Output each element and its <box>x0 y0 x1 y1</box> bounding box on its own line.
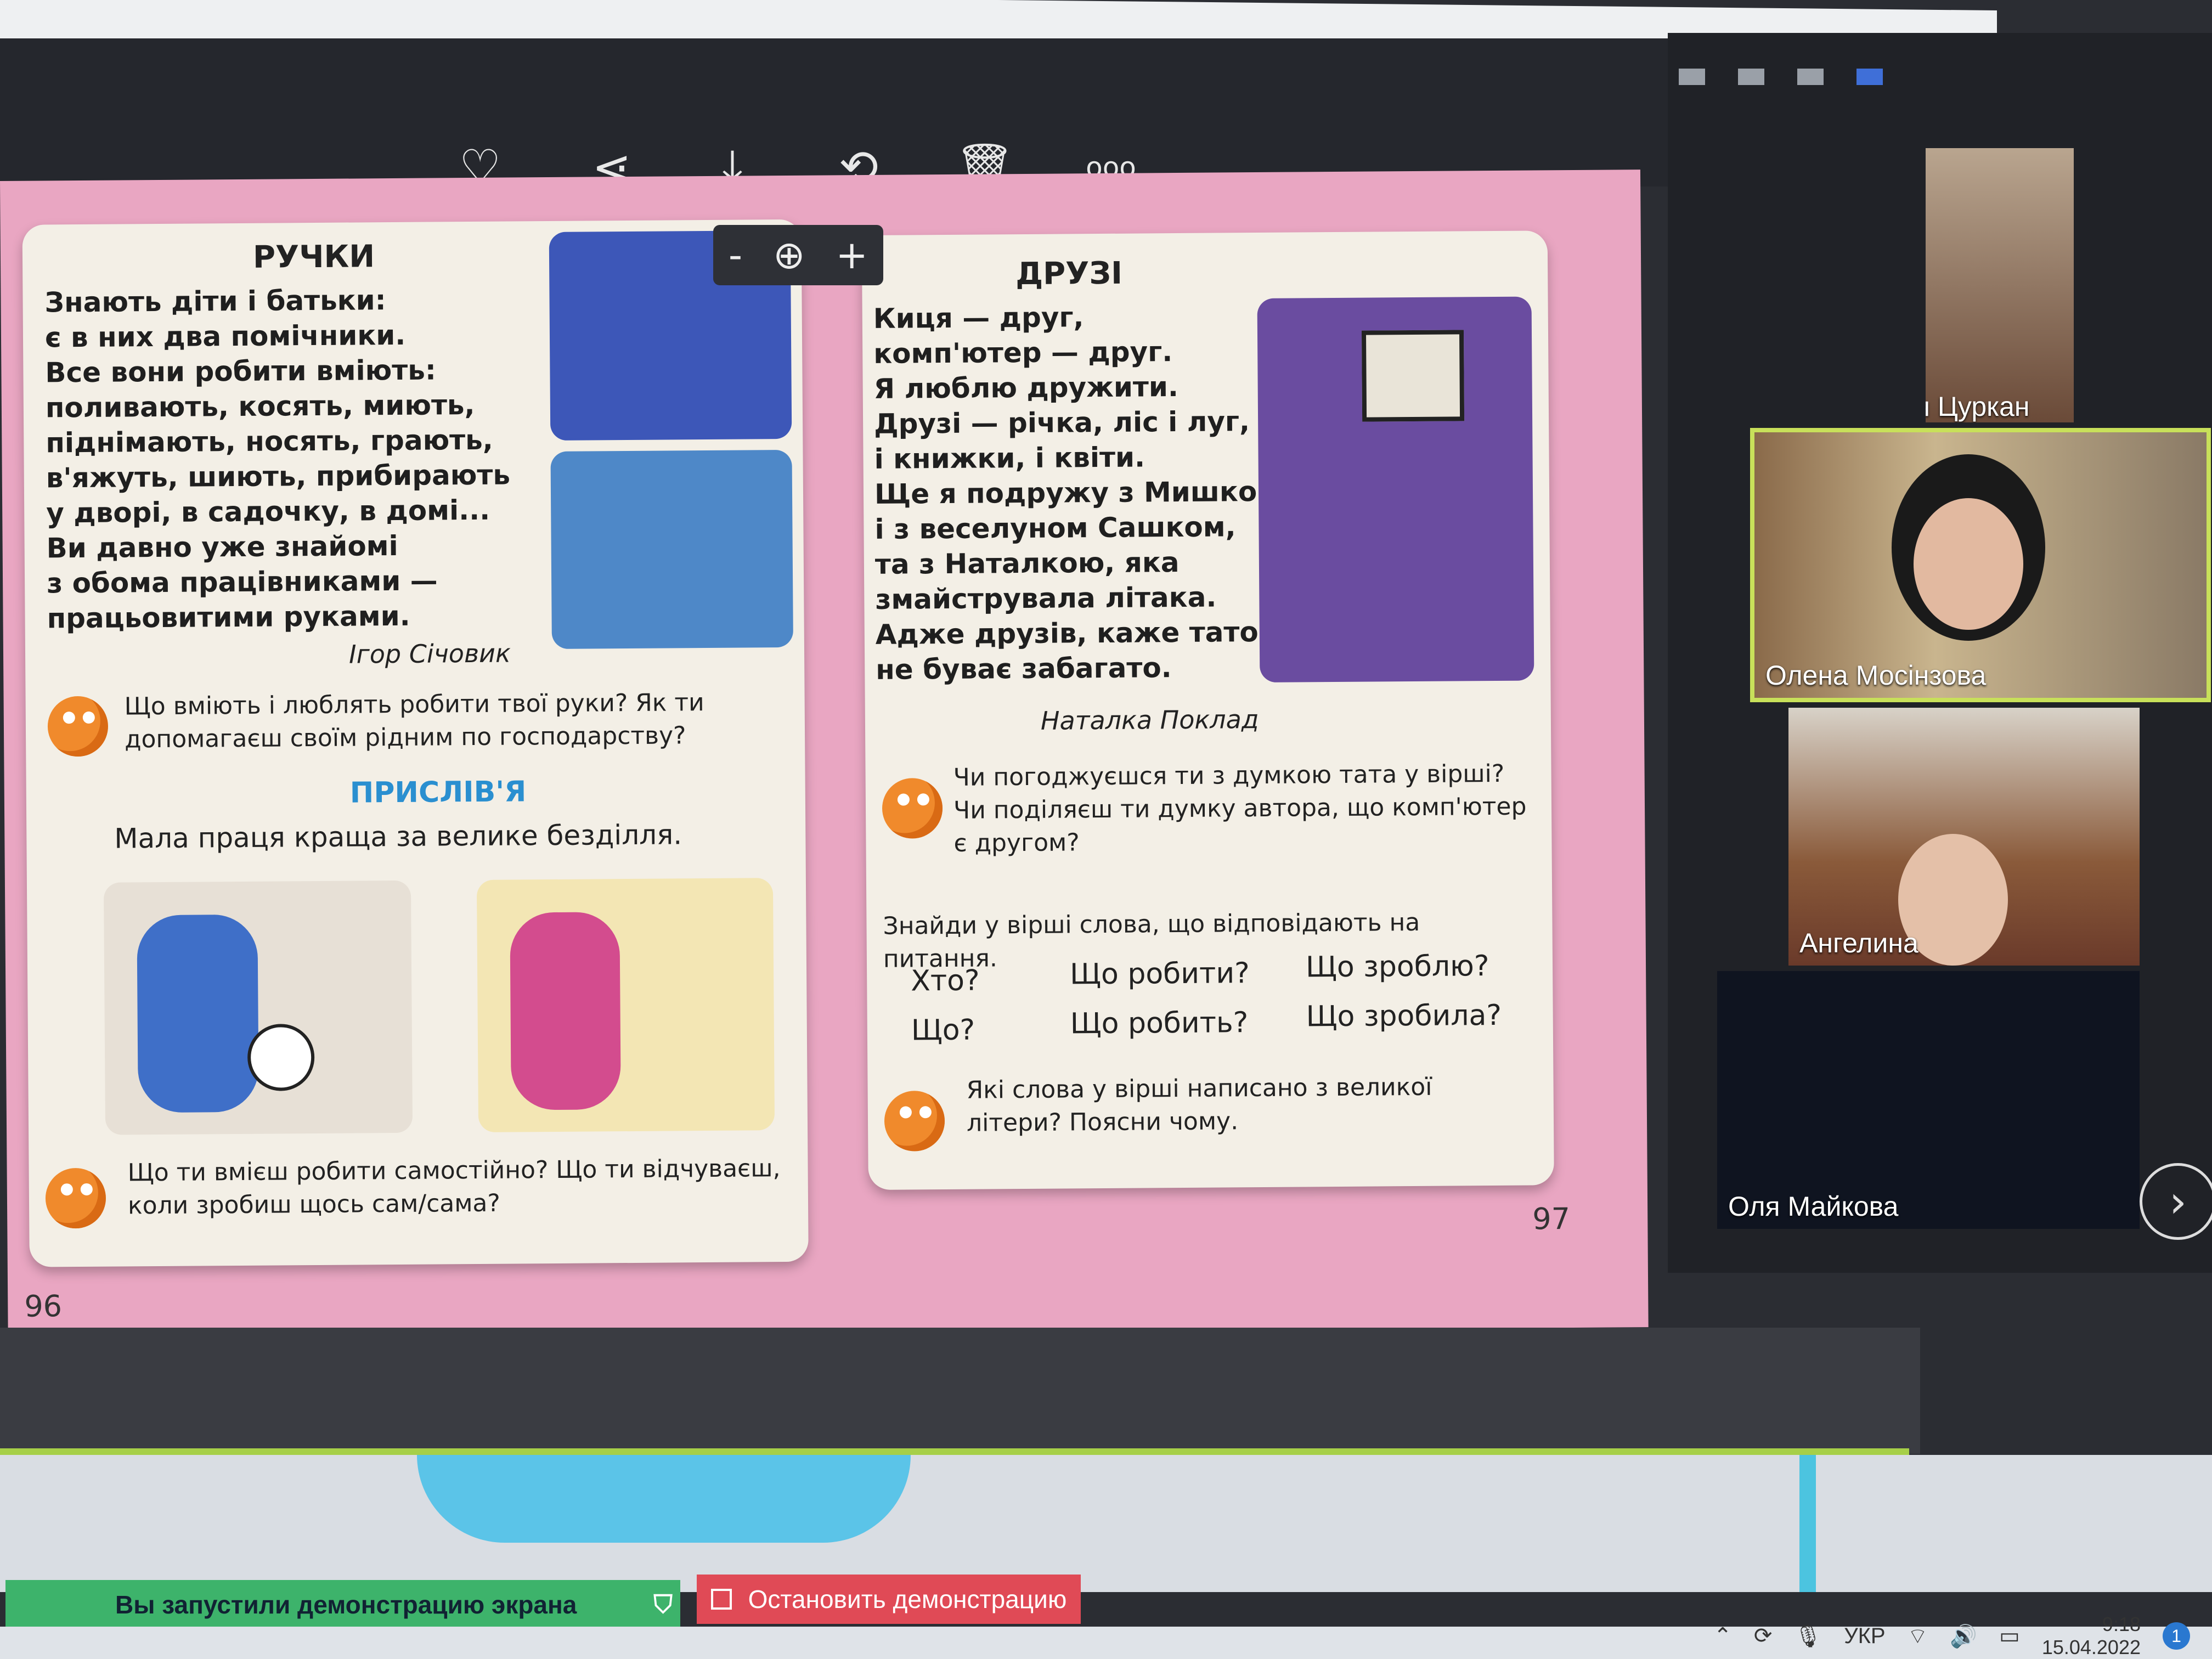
stop-icon <box>710 1589 732 1610</box>
poem-author: Ігор Січовик <box>348 638 511 669</box>
share-frame-border <box>0 1448 1909 1455</box>
ball-icon <box>247 1024 315 1091</box>
right-page: ДРУЗІ Киця — друг, комп'ютер — друг. Я л… <box>861 230 1554 1190</box>
picture-frame <box>1361 330 1465 422</box>
participant-tile[interactable]: Оля Майкова <box>1717 971 2140 1229</box>
zoom-icon: ⊕ <box>772 233 805 278</box>
language-indicator[interactable]: УКР <box>1844 1624 1885 1649</box>
proverb-text: Мала праця краща за велике безділля. <box>114 819 682 855</box>
participant-face <box>1914 498 2023 630</box>
boy-figure <box>137 914 259 1113</box>
illustration-boy-dog <box>103 880 413 1135</box>
clock[interactable]: 9:18 15.04.2022 <box>2042 1613 2141 1659</box>
poem-title: ДРУЗІ <box>1015 255 1123 292</box>
video-panel: Аполлінарія Цуркан Олена Мосінзова Ангел… <box>1668 33 2212 1273</box>
layout-grid-icon[interactable] <box>1857 69 1883 85</box>
system-tray: ⌃ ⟳ 🎙 УКР ⌔ 🔊 ▭ 9:18 15.04.2022 1 <box>1713 1613 2190 1659</box>
chevron-up-icon[interactable]: ⌃ <box>1713 1623 1732 1649</box>
desktop-accent <box>1799 1455 1816 1592</box>
word-what-does: Що робить? <box>1070 1006 1249 1041</box>
next-page-button[interactable]: › <box>2140 1163 2212 1240</box>
word-what-to-do: Що робити? <box>1069 957 1250 991</box>
zoom-in-button[interactable]: + <box>836 233 868 278</box>
clock-time: 9:18 <box>2102 1613 2141 1635</box>
word-what-did: Що зробила? <box>1306 998 1502 1034</box>
stop-share-label: Остановить демонстрацию <box>748 1585 1067 1613</box>
question-text: Що вміють і люблять робити твої руки? Як… <box>124 689 704 754</box>
microphone-icon[interactable]: 🎙 <box>1794 1623 1822 1649</box>
poem-title: РУЧКИ <box>252 239 375 275</box>
layout-speaker-icon[interactable] <box>1679 69 1705 85</box>
page-number: 96 <box>24 1289 63 1324</box>
participant-name: Оля Майкова <box>1728 1191 1899 1222</box>
layout-switcher[interactable] <box>1679 49 1909 104</box>
owl-icon <box>884 1091 945 1152</box>
zoom-control[interactable]: - ⊕ + <box>713 225 883 285</box>
participant-name: Ангелина <box>1799 928 1918 958</box>
question-text: Чи погоджуєшся ти з думкою тата у вірші?… <box>953 759 1527 857</box>
stop-share-button[interactable]: Остановить демонстрацию <box>697 1575 1081 1624</box>
shield-icon: ⛉ <box>653 1590 673 1618</box>
desktop-shape <box>417 1455 911 1543</box>
page-number: 97 <box>1532 1201 1571 1237</box>
layout-strip-icon[interactable] <box>1797 69 1824 85</box>
clock-date: 15.04.2022 <box>2041 1636 2141 1658</box>
notification-badge[interactable]: 1 <box>2163 1622 2190 1650</box>
viewer-bottom-area <box>0 1328 1920 1454</box>
participant-tile[interactable]: Аполлінарія Цуркан <box>1926 148 2074 422</box>
poem-text: Знають діти і батьки: є в них два помічн… <box>44 284 511 635</box>
screen-share-status: Вы запустили демонстрацию экрана ⛉ <box>5 1580 680 1629</box>
desktop-background <box>0 1455 2212 1592</box>
word-what-will-do: Що зроблю? <box>1305 950 1489 984</box>
owl-icon <box>47 696 109 757</box>
layout-single-icon[interactable] <box>1738 69 1764 85</box>
zoom-out-button[interactable]: - <box>729 233 742 278</box>
illustration-girl-computer <box>1257 296 1534 682</box>
proverb-title: ПРИСЛІВ'Я <box>349 775 527 810</box>
poem-author: Наталка Поклад <box>1040 704 1259 736</box>
owl-icon <box>45 1167 106 1229</box>
sync-icon[interactable]: ⟳ <box>1754 1623 1773 1649</box>
owl-icon <box>882 778 943 839</box>
battery-icon[interactable]: ▭ <box>1999 1623 2020 1649</box>
word-what: Що? <box>911 1013 975 1047</box>
participant-tile-active[interactable]: Олена Мосінзова <box>1750 428 2211 702</box>
left-page: РУЧКИ Знають діти і батьки: є в них два … <box>22 219 809 1267</box>
illustration-girl-baking <box>476 878 775 1132</box>
question-text: Що ти вмієш робити самостійно? Що ти від… <box>127 1154 781 1220</box>
question-text: Які слова у вірші написано з великої літ… <box>966 1073 1432 1137</box>
wifi-icon[interactable]: ⌔ <box>1908 1622 1928 1650</box>
book-spread: РУЧКИ Знають діти і батьки: є в них два … <box>0 170 1649 1339</box>
poem-text: Киця — друг, комп'ютер — друг. Я люблю д… <box>873 301 1280 686</box>
photo-viewer-toolbar: ♡ ⋖ ⤓ ⟲ 🗑 ооо <box>0 38 1673 195</box>
participant-tile[interactable]: Ангелина <box>1788 708 2140 966</box>
word-who: Хто? <box>911 964 980 998</box>
participant-name: Олена Мосінзова <box>1765 660 1987 691</box>
share-status-text: Вы запустили демонстрацию экрана <box>115 1590 577 1619</box>
participant-name: Аполлінарія Цуркан <box>1926 391 2030 422</box>
illustration-dishes <box>550 449 793 649</box>
volume-icon[interactable]: 🔊 <box>1950 1623 1977 1649</box>
girl-figure <box>510 912 621 1110</box>
